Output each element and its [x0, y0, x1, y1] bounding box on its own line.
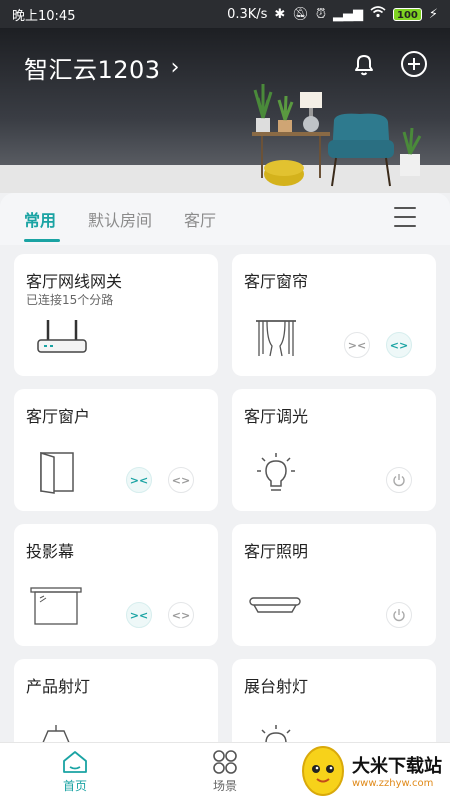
device-card-dimmer[interactable]: 客厅调光 — [232, 389, 436, 511]
room-menu-button[interactable] — [394, 207, 416, 227]
notification-button[interactable] — [348, 48, 380, 80]
bluetooth-icon: ✱ — [274, 6, 286, 22]
tab-living-room[interactable]: 客厅 — [184, 207, 216, 231]
device-card-gateway[interactable]: 客厅网线网关 已连接15个分路 — [14, 254, 218, 376]
spotlight-icon — [42, 725, 70, 742]
bulb-icon — [257, 453, 295, 491]
device-status: 已连接15个分路 — [26, 293, 114, 307]
alarm-icon: ⏰︎ — [315, 6, 326, 22]
gateway-icon — [37, 320, 87, 353]
power-icon — [393, 474, 405, 487]
device-card-booth-spotlight[interactable]: 展台射灯 — [232, 659, 436, 742]
power-icon — [393, 609, 405, 622]
home-name: 智汇云1203 — [24, 56, 161, 84]
tab-favorites[interactable]: 常用 — [24, 207, 56, 231]
watermark-url: www.zzhyw.com — [352, 777, 434, 789]
device-name: 产品射灯 — [26, 677, 91, 696]
window-open-button[interactable]: <> — [168, 467, 194, 493]
bulb-icon — [261, 725, 291, 742]
nav-home[interactable]: 首页 — [45, 749, 105, 794]
menu-line — [394, 216, 416, 218]
nav-home-label: 首页 — [62, 779, 87, 793]
ceiling-light-icon — [249, 597, 301, 613]
signal-icon: ▂▄▆ — [332, 6, 363, 22]
device-name: 客厅调光 — [244, 407, 309, 426]
device-name: 展台射灯 — [244, 677, 309, 696]
window-close-button[interactable]: >< — [126, 467, 152, 493]
curtain-icon — [256, 320, 296, 357]
home-icon — [63, 751, 87, 773]
device-card-window[interactable]: 客厅窗户 >< <> — [14, 389, 218, 511]
scene-grid-icon — [213, 750, 237, 774]
egg-mascot-logo — [302, 746, 344, 796]
projector-screen-icon — [30, 587, 82, 625]
screen-close-button[interactable]: >< — [126, 602, 152, 628]
nav-scene-label: 场景 — [212, 779, 237, 793]
active-tab-indicator — [24, 239, 60, 242]
charging-icon: ⚡︎ — [428, 6, 438, 22]
curtain-close-button[interactable]: >< — [344, 332, 370, 358]
room-tabs: 常用 默认房间 客厅 — [0, 193, 450, 245]
add-device-button[interactable] — [398, 48, 430, 80]
device-name: 客厅网线网关 — [26, 272, 123, 291]
chevron-right-icon: › — [170, 55, 180, 80]
device-name: 客厅窗户 — [26, 407, 91, 426]
device-name: 客厅窗帘 — [244, 272, 309, 291]
status-right: 0.3K/s ✱ 🔕︎ ⏰︎ ▂▄▆ 100 ⚡︎ — [227, 6, 438, 22]
status-bar: 晚上10:45 0.3K/s ✱ 🔕︎ ⏰︎ ▂▄▆ 100 ⚡︎ — [0, 0, 450, 28]
curtain-open-button[interactable]: <> — [386, 332, 412, 358]
window-icon — [40, 451, 74, 494]
menu-line — [394, 225, 416, 227]
battery-indicator: 100 — [392, 7, 422, 21]
lighting-power-button[interactable] — [386, 602, 412, 628]
tab-default-room[interactable]: 默认房间 — [88, 207, 152, 231]
device-name: 客厅照明 — [244, 542, 309, 561]
mute-icon: 🔕︎ — [292, 6, 309, 22]
network-speed: 0.3K/s — [227, 6, 268, 22]
nav-scene[interactable]: 场景 — [195, 749, 255, 794]
home-selector[interactable]: 智汇云1203 › — [24, 50, 180, 85]
wifi-icon — [370, 6, 386, 22]
watermark-title: 大米下载站 — [352, 755, 442, 777]
home-header: 智汇云1203 › — [0, 28, 450, 193]
plus-circle-icon — [401, 51, 427, 77]
menu-line — [394, 207, 416, 209]
device-card-product-spotlight[interactable]: 产品射灯 — [14, 659, 218, 742]
device-name: 投影幕 — [26, 542, 75, 561]
screen-open-button[interactable]: <> — [168, 602, 194, 628]
dimmer-power-button[interactable] — [386, 467, 412, 493]
device-card-curtain[interactable]: 客厅窗帘 >< <> — [232, 254, 436, 376]
watermark: 大米下载站 www.zzhyw.com — [300, 740, 450, 800]
device-grid: 客厅网线网关 已连接15个分路 客厅窗帘 >< <> 客厅窗户 >< <> 客厅… — [14, 254, 436, 742]
bell-icon — [355, 55, 373, 76]
device-card-projector-screen[interactable]: 投影幕 >< <> — [14, 524, 218, 646]
device-card-lighting[interactable]: 客厅照明 — [232, 524, 436, 646]
status-time: 晚上10:45 — [12, 8, 76, 24]
